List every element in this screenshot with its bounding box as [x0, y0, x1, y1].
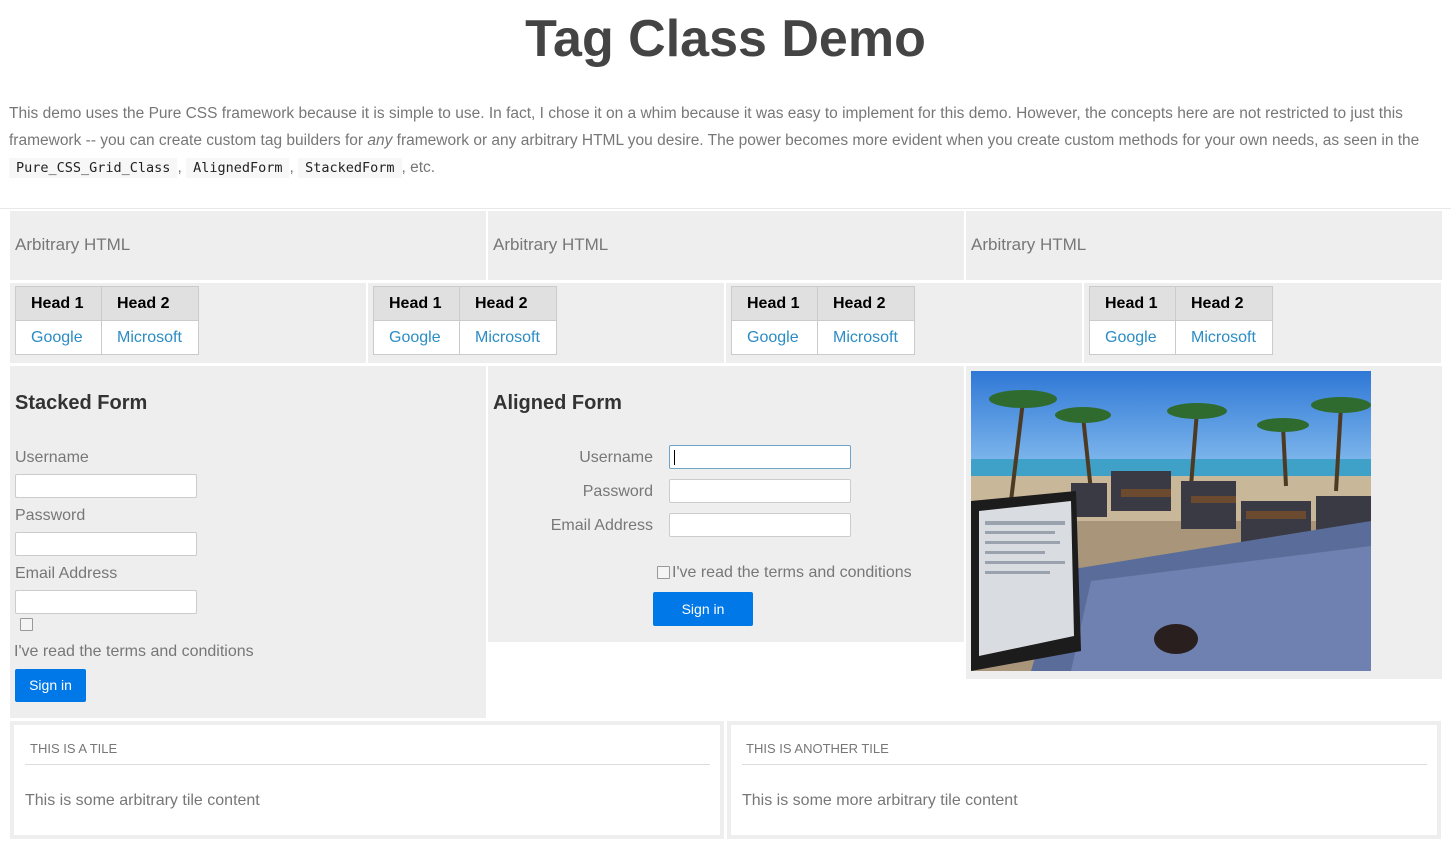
microsoft-link[interactable]: Microsoft — [101, 320, 199, 355]
password-input[interactable] — [15, 532, 197, 556]
data-table: Head 1 Head 2 Google Microsoft — [373, 286, 557, 355]
page-title: Tag Class Demo — [525, 10, 926, 68]
patio-laptop-photo — [971, 371, 1371, 671]
table-header: Head 2 — [1175, 286, 1273, 321]
text-caret — [674, 450, 675, 465]
password-label: Password — [582, 483, 653, 500]
tile-content: This is some more arbitrary tile content — [742, 792, 1018, 809]
photo-image — [971, 371, 1371, 671]
username-label: Username — [579, 449, 653, 466]
stacked-form-cell: Stacked Form Username Password Email Add… — [10, 366, 486, 718]
google-link[interactable]: Google — [373, 320, 460, 355]
email-label: Email Address — [550, 517, 653, 534]
username-input[interactable] — [669, 445, 851, 469]
password-label: Password — [15, 507, 86, 524]
username-label: Username — [15, 449, 89, 466]
table-header: Head 1 — [373, 286, 460, 321]
divider — [0, 208, 1451, 209]
data-table: Head 1 Head 2 Google Microsoft — [1089, 286, 1273, 355]
table-header: Head 2 — [817, 286, 915, 321]
password-input[interactable] — [669, 479, 851, 503]
email-label: Email Address — [15, 565, 118, 582]
terms-checkbox[interactable] — [20, 618, 33, 631]
tile-1: This is a tile This is some arbitrary ti… — [10, 721, 724, 839]
code-aligned-form: AlignedForm — [186, 158, 290, 178]
tile-content: This is some arbitrary tile content — [25, 792, 260, 809]
code-pure-css-grid-class: Pure_CSS_Grid_Class — [9, 158, 178, 178]
microsoft-link[interactable]: Microsoft — [1175, 320, 1273, 355]
tile-heading: This is a tile — [25, 725, 710, 765]
microsoft-link[interactable]: Microsoft — [817, 320, 915, 355]
table-header: Head 1 — [1089, 286, 1176, 321]
arbitrary-cell-3: Arbitrary HTML — [966, 211, 1442, 280]
table-header: Head 2 — [459, 286, 557, 321]
microsoft-link[interactable]: Microsoft — [459, 320, 557, 355]
tile-2: This is another tile This is some more a… — [727, 721, 1441, 839]
table-cell-2: Head 1 Head 2 Google Microsoft — [368, 283, 724, 363]
code-stacked-form: StackedForm — [298, 158, 402, 178]
google-link[interactable]: Google — [731, 320, 818, 355]
sign-in-button[interactable]: Sign in — [653, 592, 753, 626]
aligned-form-title: Aligned Form — [493, 392, 622, 414]
stacked-form-title: Stacked Form — [15, 392, 148, 414]
email-input[interactable] — [15, 590, 197, 614]
arbitrary-cell-2: Arbitrary HTML — [488, 211, 964, 280]
tile-heading: This is another tile — [742, 725, 1427, 765]
table-header: Head 1 — [15, 286, 102, 321]
data-table: Head 1 Head 2 Google Microsoft — [15, 286, 199, 355]
aligned-form-cell: Aligned Form Username Password Email Add… — [488, 366, 964, 642]
sign-in-button[interactable]: Sign in — [15, 669, 86, 702]
table-header: Head 1 — [731, 286, 818, 321]
terms-checkbox[interactable] — [657, 566, 670, 579]
terms-label: I've read the terms and conditions — [14, 643, 254, 660]
google-link[interactable]: Google — [15, 320, 102, 355]
photo-cell — [966, 366, 1442, 679]
username-input[interactable] — [15, 474, 197, 498]
arbitrary-cell-1: Arbitrary HTML — [10, 211, 486, 280]
terms-label: I've read the terms and conditions — [672, 564, 912, 581]
intro-paragraph: This demo uses the Pure CSS framework be… — [9, 105, 1420, 178]
google-link[interactable]: Google — [1089, 320, 1176, 355]
table-cell-1: Head 1 Head 2 Google Microsoft — [10, 283, 366, 363]
table-cell-4: Head 1 Head 2 Google Microsoft — [1084, 283, 1441, 363]
table-header: Head 2 — [101, 286, 199, 321]
data-table: Head 1 Head 2 Google Microsoft — [731, 286, 915, 355]
table-cell-3: Head 1 Head 2 Google Microsoft — [726, 283, 1082, 363]
email-input[interactable] — [669, 513, 851, 537]
